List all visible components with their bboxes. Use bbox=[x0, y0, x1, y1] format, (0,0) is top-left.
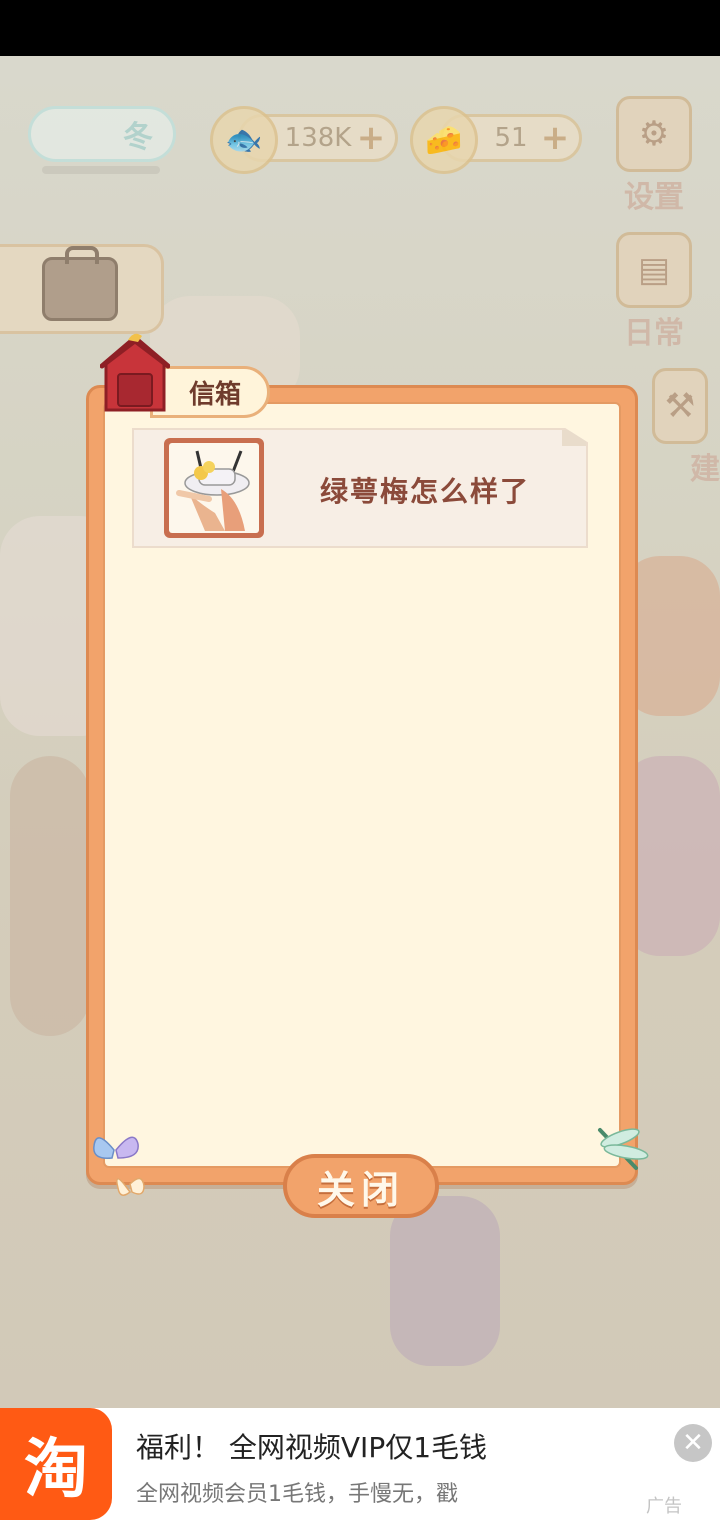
hammer-icon: ⚒ bbox=[652, 368, 708, 444]
mail-sender-avatar bbox=[164, 438, 264, 538]
gear-icon: ⚙ bbox=[616, 96, 692, 172]
close-button[interactable]: 关闭 bbox=[283, 1154, 439, 1218]
dragonfly-icon bbox=[598, 1128, 649, 1170]
ad-description: 全网视频会员1毛钱，手慢无，戳 bbox=[136, 1482, 458, 1507]
fish-add-button[interactable]: + bbox=[355, 121, 387, 155]
daily-button[interactable]: ▤ 日常 bbox=[614, 232, 694, 352]
fish-icon: 🐟 bbox=[210, 106, 278, 174]
season-progress bbox=[42, 166, 160, 174]
fish-count: 138K bbox=[284, 123, 352, 153]
bag-button[interactable] bbox=[0, 244, 164, 334]
cheese-add-button[interactable]: + bbox=[539, 121, 571, 155]
mailbox-title: 信箱 bbox=[188, 379, 241, 410]
briefcase-icon bbox=[42, 246, 118, 321]
bg-character bbox=[390, 1196, 500, 1366]
mail-subject: 绿萼梅怎么样了 bbox=[319, 475, 530, 508]
status-bar bbox=[0, 0, 720, 56]
note-icon: ▤ bbox=[616, 232, 692, 308]
ad-close-button[interactable]: ✕ bbox=[674, 1424, 712, 1462]
taobao-logo: 淘 bbox=[0, 1408, 112, 1520]
settings-button[interactable]: ⚙ 设置 bbox=[614, 96, 694, 216]
ad-title: 福利！ 全网视频VIP仅1毛钱 bbox=[136, 1431, 488, 1464]
build-label: 建 bbox=[690, 452, 720, 487]
cheese-count: 51 bbox=[494, 123, 528, 153]
mailbox-icon bbox=[100, 333, 170, 412]
season-badge[interactable]: 冬 bbox=[28, 106, 176, 162]
cheese-icon: 🧀 bbox=[410, 106, 478, 174]
sender-portrait bbox=[169, 443, 259, 533]
butterfly-icon bbox=[93, 1136, 145, 1196]
settings-label: 设置 bbox=[624, 180, 684, 215]
build-button[interactable]: ⚒ 建 bbox=[640, 368, 720, 488]
ad-banner[interactable]: 淘 福利！ 全网视频VIP仅1毛钱 全网视频会员1毛钱，手慢无，戳 ✕ bbox=[0, 1408, 720, 1520]
daily-label: 日常 bbox=[624, 316, 684, 351]
bg-lamp bbox=[10, 756, 90, 1036]
ad-label: 广告 bbox=[646, 1496, 682, 1517]
season-label: 冬 bbox=[123, 120, 153, 155]
rabbit-character-icon bbox=[176, 450, 250, 531]
